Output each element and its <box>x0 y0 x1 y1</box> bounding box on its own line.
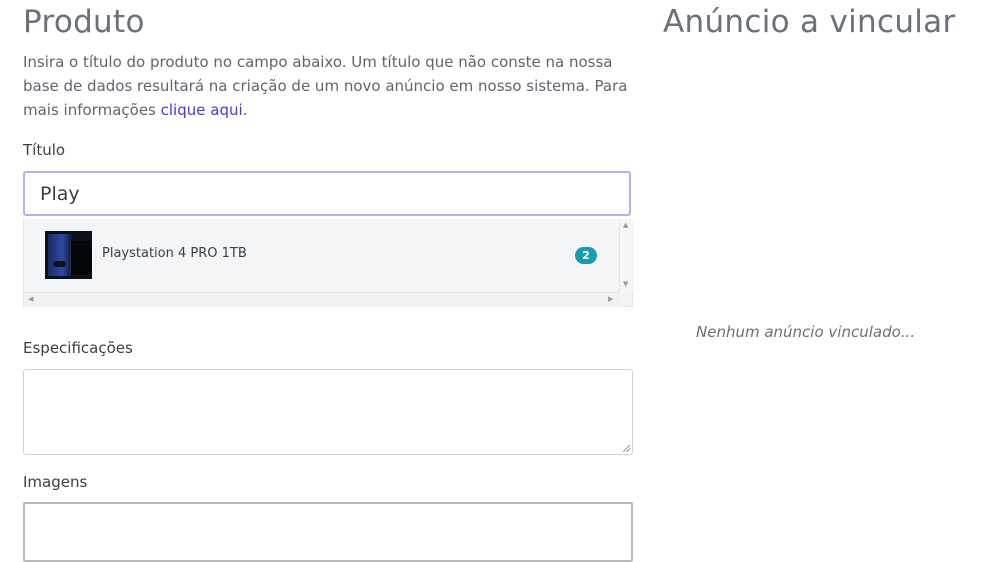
vertical-scrollbar[interactable]: ▲ ▼ <box>619 219 634 292</box>
intro-text: Insira o título do produto no campo abai… <box>23 53 628 119</box>
images-label: Imagens <box>23 473 88 491</box>
empty-link-message: Nenhum anúncio vinculado... <box>696 323 916 341</box>
intro-end: . <box>242 101 248 119</box>
scroll-down-arrow-icon[interactable]: ▼ <box>623 281 628 288</box>
intro-paragraph: Insira o título do produto no campo abai… <box>23 50 633 122</box>
page-title: Produto <box>23 4 145 40</box>
resize-grip-icon[interactable] <box>623 445 630 452</box>
scroll-left-arrow-icon[interactable]: ◀ <box>28 296 33 303</box>
suggestion-dropdown: Playstation 4 PRO 1TB 2 ▲ ▼ ◀ ▶ <box>23 219 634 307</box>
ps4-pro-thumbnail-icon <box>45 231 92 279</box>
specs-textarea[interactable] <box>23 369 633 455</box>
more-info-link[interactable]: clique aqui <box>161 101 243 119</box>
images-dropzone[interactable] <box>23 502 633 562</box>
title-input[interactable] <box>23 171 631 216</box>
suggestion-label: Playstation 4 PRO 1TB <box>102 246 247 261</box>
suggestion-item[interactable]: Playstation 4 PRO 1TB 2 <box>24 219 619 292</box>
horizontal-scrollbar[interactable]: ◀ ▶ <box>24 292 619 307</box>
scroll-right-arrow-icon[interactable]: ▶ <box>608 296 613 303</box>
title-label: Título <box>23 141 66 159</box>
suggestion-count-badge: 2 <box>575 247 597 264</box>
specs-label: Especificações <box>23 339 133 357</box>
link-panel-title: Anúncio a vincular <box>663 4 956 40</box>
scroll-up-arrow-icon[interactable]: ▲ <box>623 222 628 229</box>
